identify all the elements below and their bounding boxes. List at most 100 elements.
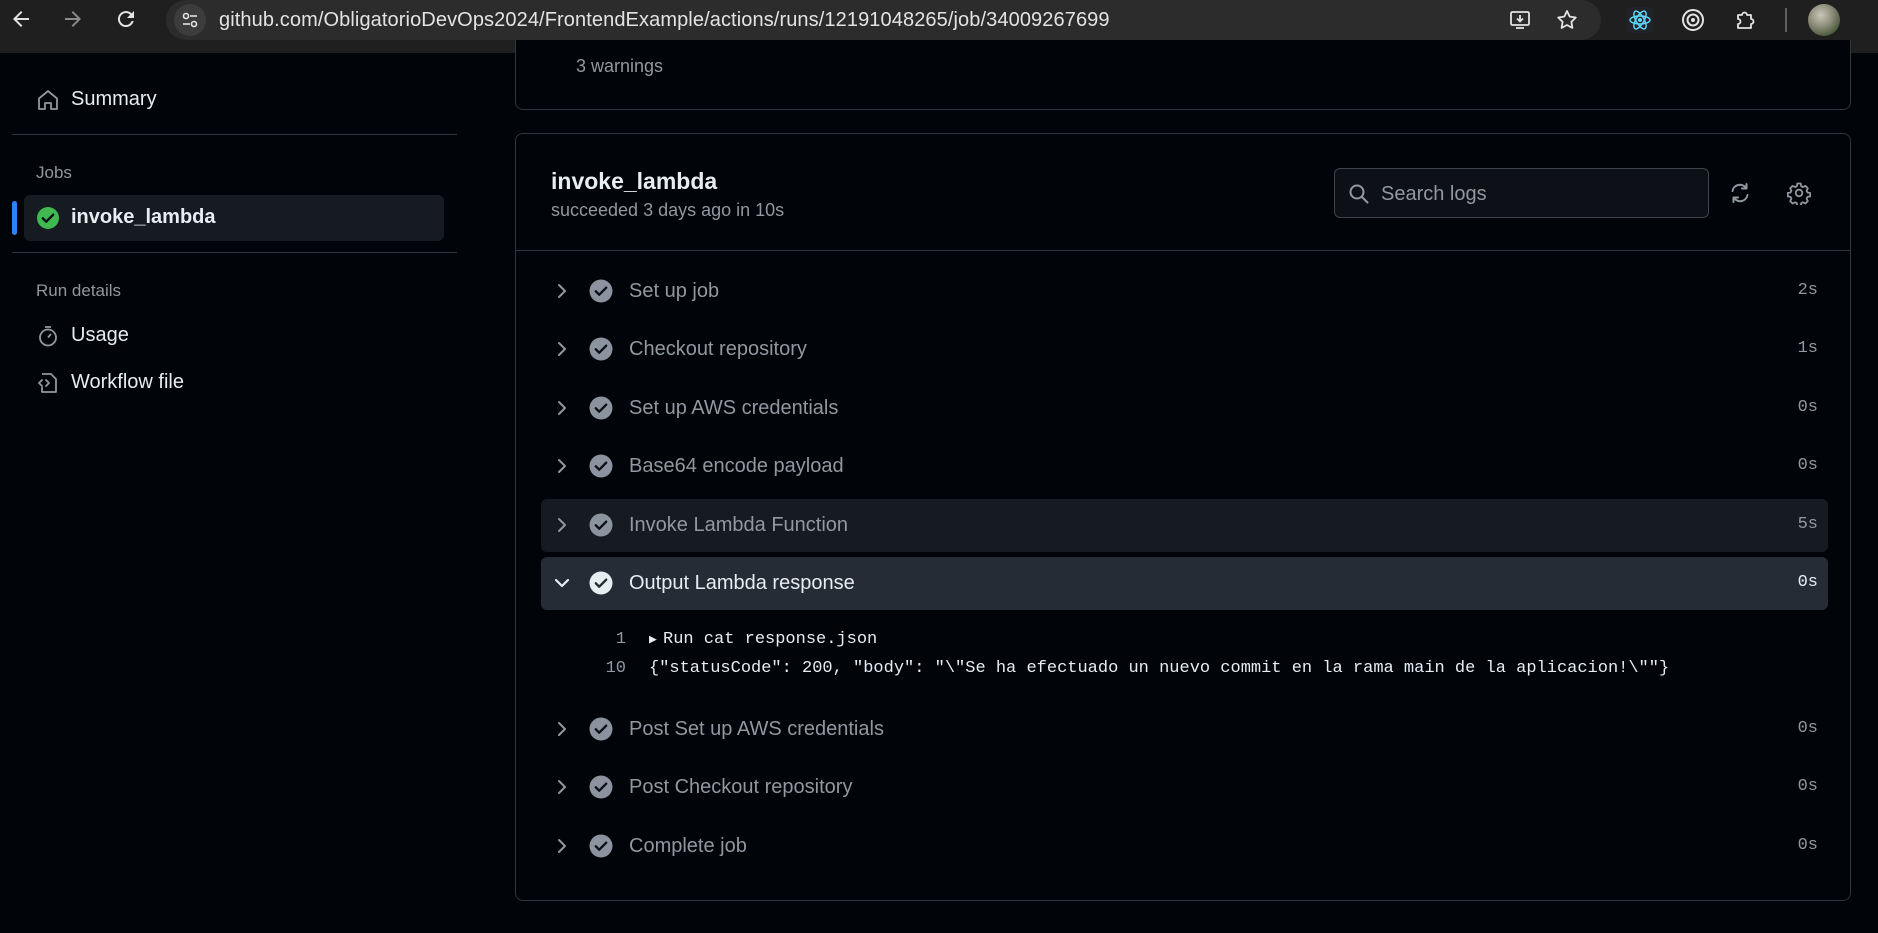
step-duration: 0s [1797, 456, 1818, 475]
job-log-panel: invoke_lambda succeeded 3 days ago in 10… [515, 133, 1851, 901]
log-line: 10 {"statusCode": 200, "body": "\"Se ha … [541, 656, 1828, 682]
step-row[interactable]: Post Checkout repository 0s [541, 761, 1828, 814]
step-row-expanded[interactable]: Output Lambda response 0s [541, 557, 1828, 610]
step-row[interactable]: Post Set up AWS credentials 0s [541, 703, 1828, 756]
sync-icon [1731, 183, 1749, 203]
profile-avatar[interactable] [1808, 4, 1840, 36]
step-duration: 0s [1797, 398, 1818, 417]
refresh-button[interactable] [1723, 176, 1757, 210]
job-title: invoke_lambda [551, 168, 718, 194]
check-circle-icon [589, 834, 613, 858]
step-name: Base64 encode payload [629, 455, 844, 477]
log-line-number[interactable]: 10 [541, 659, 626, 678]
reload-button[interactable] [108, 1, 144, 37]
toolbar-separator [1785, 8, 1787, 32]
check-circle-icon [589, 513, 613, 537]
log-line: 1 ▶ Run cat response.json [541, 627, 1828, 653]
sidebar-item-usage[interactable]: Usage [24, 313, 444, 359]
step-name: Set up AWS credentials [629, 397, 839, 419]
search-logs-field[interactable] [1334, 168, 1709, 218]
forward-button[interactable] [55, 1, 91, 37]
sidebar-divider [12, 252, 457, 253]
step-row[interactable]: Complete job 0s [541, 820, 1828, 873]
site-info-icon[interactable] [174, 4, 206, 36]
jobs-heading: Jobs [36, 163, 72, 182]
file-code-icon [38, 373, 57, 393]
step-row[interactable]: Invoke Lambda Function 5s [541, 499, 1828, 552]
step-duration: 5s [1797, 515, 1818, 534]
sidebar-item-workflow-file[interactable]: Workflow file [24, 360, 444, 406]
active-indicator [12, 201, 17, 235]
sidebar-divider [12, 134, 457, 135]
check-circle-icon [37, 207, 59, 229]
chevron-down-icon [554, 578, 570, 588]
check-circle-icon [589, 337, 613, 361]
chevron-right-icon [558, 839, 566, 853]
sidebar-item-summary[interactable]: Summary [24, 77, 444, 123]
arrow-right-icon [65, 11, 81, 27]
job-status-text: succeeded 3 days ago in 10s [551, 200, 785, 220]
annotations-card: 3 warnings [515, 40, 1851, 110]
sidebar-item-label: invoke_lambda [71, 206, 216, 228]
step-duration: 1s [1797, 339, 1818, 358]
reload-icon [117, 11, 134, 28]
bookmark-star-icon[interactable] [1552, 5, 1582, 35]
step-name: Output Lambda response [629, 572, 855, 594]
search-logs-input[interactable] [1381, 181, 1691, 207]
chevron-right-icon [558, 284, 566, 298]
sidebar-item-label: Usage [71, 324, 129, 346]
step-row[interactable]: Base64 encode payload 0s [541, 440, 1828, 493]
chevron-right-icon [558, 722, 566, 736]
job-header: invoke_lambda succeeded 3 days ago in 10… [516, 134, 1850, 251]
step-duration: 0s [1797, 719, 1818, 738]
step-name: Set up job [629, 280, 720, 302]
log-line-text: {"statusCode": 200, "body": "\"Se ha efe… [649, 659, 1670, 678]
step-row[interactable]: Set up AWS credentials 0s [541, 382, 1828, 435]
home-icon [38, 90, 58, 110]
check-circle-icon [589, 279, 613, 303]
chevron-right-icon [558, 780, 566, 794]
step-name: Post Set up AWS credentials [629, 718, 884, 740]
check-circle-icon [589, 775, 613, 799]
search-icon [1349, 184, 1369, 204]
check-circle-icon [589, 454, 613, 478]
step-duration: 0s [1797, 573, 1818, 592]
log-line-text: Run cat response.json [663, 630, 878, 649]
sidebar-item-label: Workflow file [71, 371, 184, 393]
step-name: Checkout repository [629, 338, 807, 360]
chevron-right-icon [558, 518, 566, 532]
warnings-count[interactable]: 3 warnings [576, 56, 663, 77]
check-circle-icon [589, 717, 613, 741]
url-text[interactable]: github.com/ObligatorioDevOps2024/Fronten… [219, 9, 1110, 32]
back-button[interactable] [3, 1, 39, 37]
log-group-toggle[interactable]: ▶ Run cat response.json [649, 630, 877, 649]
caret-right-icon: ▶ [649, 632, 657, 647]
step-name: Invoke Lambda Function [629, 514, 849, 536]
arrow-left-icon [13, 11, 29, 27]
settings-button[interactable] [1782, 176, 1816, 210]
extensions-puzzle-icon[interactable] [1730, 4, 1762, 36]
check-circle-icon [589, 571, 613, 595]
react-devtools-icon[interactable] [1624, 4, 1656, 36]
stopwatch-icon [39, 326, 57, 347]
step-duration: 0s [1797, 777, 1818, 796]
install-app-icon[interactable] [1505, 5, 1535, 35]
step-duration: 2s [1797, 281, 1818, 300]
step-name: Complete job [629, 835, 747, 857]
step-name: Post Checkout repository [629, 776, 853, 798]
run-details-heading: Run details [36, 281, 122, 300]
step-row[interactable]: Checkout repository 1s [541, 323, 1828, 376]
chevron-right-icon [558, 401, 566, 415]
gear-icon [1787, 182, 1811, 205]
check-circle-icon [589, 396, 613, 420]
step-duration: 0s [1797, 836, 1818, 855]
step-row[interactable]: Set up job 2s [541, 265, 1828, 318]
log-line-number[interactable]: 1 [541, 630, 626, 649]
sidebar-item-label: Summary [71, 88, 157, 110]
sidebar: Summary Jobs invoke_lambda Run details U… [0, 53, 470, 933]
address-bar[interactable]: github.com/ObligatorioDevOps2024/Fronten… [166, 0, 1601, 40]
target-extension-icon[interactable] [1677, 4, 1709, 36]
chevron-right-icon [558, 459, 566, 473]
chevron-right-icon [558, 342, 566, 356]
sidebar-item-job[interactable]: invoke_lambda [24, 195, 444, 241]
